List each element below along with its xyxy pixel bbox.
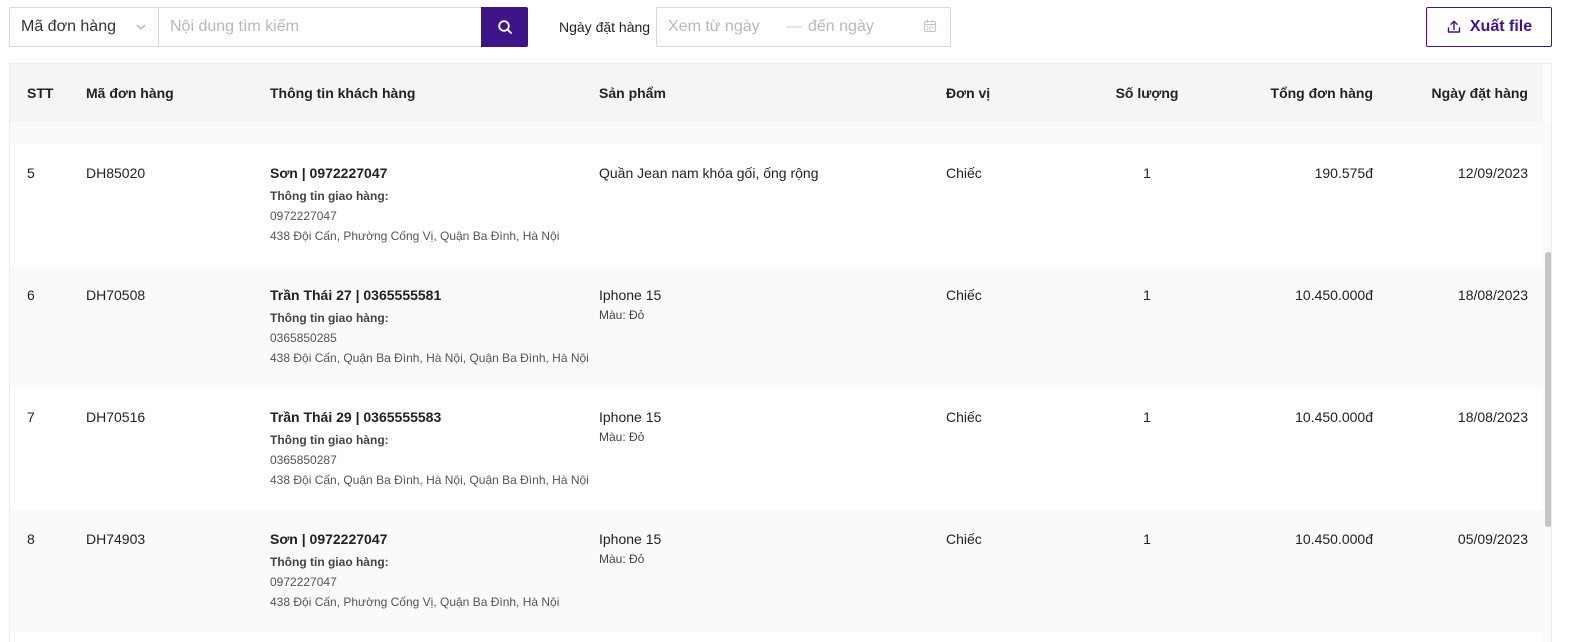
- table-row[interactable]: 6 DH70508 Trần Thái 27 | 0365555581 Thôn…: [10, 266, 1543, 388]
- column-header-order-date: Ngày đặt hàng: [1431, 85, 1528, 101]
- toolbar: Mã đơn hàng Ngày đặt hàng Xem từ ngày — …: [9, 7, 1552, 47]
- search-button[interactable]: [481, 7, 528, 47]
- delivery-info-label: Thông tin giao hàng:: [270, 433, 389, 447]
- delivery-address: 438 Đội Cấn, Quận Ba Đình, Hà Nội, Quận …: [270, 351, 589, 365]
- calendar-icon: [923, 19, 939, 35]
- table-row[interactable]: 5 DH85020 Sơn | 0972227047 Thông tin gia…: [10, 144, 1543, 266]
- date-to-input[interactable]: đến ngày: [808, 18, 923, 36]
- delivery-address: 438 Đội Cấn, Phường Cống Vị, Quận Ba Đìn…: [270, 595, 560, 609]
- search-group: Mã đơn hàng: [9, 7, 528, 47]
- cell-order-date: 12/09/2023: [1457, 165, 1528, 181]
- delivery-address: 438 Đội Cấn, Phường Cống Vị, Quận Ba Đìn…: [270, 229, 560, 243]
- table-scrollbar[interactable]: [1543, 122, 1551, 642]
- column-header-customer-info: Thông tin khách hàng: [270, 85, 416, 101]
- table-row[interactable]: 7 DH70516 Trần Thái 29 | 0365555583 Thôn…: [10, 388, 1543, 510]
- cell-stt: 5: [27, 165, 35, 181]
- cell-order-total: 190.575đ: [1314, 165, 1373, 181]
- table-scrollbar-thumb[interactable]: [1545, 252, 1551, 527]
- cell-product: Quần Jean nam khóa gối, ống rộng: [599, 165, 819, 181]
- product-variant: Màu: Đỏ: [599, 308, 645, 322]
- orders-table: STT Mã đơn hàng Thông tin khách hàng Sản…: [9, 63, 1552, 642]
- table-body: 5 DH85020 Sơn | 0972227047 Thông tin gia…: [10, 122, 1543, 632]
- table-row-partial: [10, 122, 1543, 144]
- cell-order-total: 10.450.000đ: [1295, 531, 1373, 547]
- product-variant: Màu: Đỏ: [599, 552, 645, 566]
- export-file-label: Xuất file: [1469, 18, 1533, 35]
- cell-product: Iphone 15 Màu: Đỏ: [599, 409, 661, 444]
- search-input[interactable]: [158, 7, 481, 47]
- column-header-order-code: Mã đơn hàng: [86, 85, 174, 101]
- cell-unit: Chiếc: [946, 531, 982, 547]
- cell-unit: Chiếc: [946, 409, 982, 425]
- cell-customer-info: Sơn | 0972227047 Thông tin giao hàng: 09…: [270, 531, 559, 609]
- search-field-select-value: Mã đơn hàng: [21, 18, 116, 35]
- cell-product: Iphone 15 Màu: Đỏ: [599, 531, 661, 566]
- cell-quantity: 1: [1143, 165, 1151, 181]
- cell-customer-info: Trần Thái 27 | 0365555581 Thông tin giao…: [270, 287, 589, 365]
- product-variant: Màu: Đỏ: [599, 430, 645, 444]
- cell-order-code: DH70508: [86, 287, 146, 303]
- customer-name-phone: Sơn | 0972227047: [270, 531, 388, 547]
- cell-order-code: DH70516: [86, 409, 146, 425]
- cell-customer-info: Trần Thái 29 | 0365555583 Thông tin giao…: [270, 409, 589, 487]
- order-date-label: Ngày đặt hàng: [559, 19, 651, 35]
- cell-unit: Chiếc: [946, 287, 982, 303]
- cell-order-total: 10.450.000đ: [1295, 409, 1373, 425]
- delivery-phone: 0365850285: [270, 331, 337, 345]
- cell-stt: 8: [27, 531, 35, 547]
- table-header: STT Mã đơn hàng Thông tin khách hàng Sản…: [10, 64, 1543, 122]
- cell-unit: Chiếc: [946, 165, 982, 181]
- product-name: Iphone 15: [599, 409, 662, 425]
- cell-stt: 6: [27, 287, 35, 303]
- column-header-quantity: Số lượng: [1115, 85, 1179, 101]
- customer-name-phone: Sơn | 0972227047: [270, 165, 388, 181]
- delivery-info-label: Thông tin giao hàng:: [270, 311, 389, 325]
- date-range-picker[interactable]: Xem từ ngày — đến ngày: [656, 7, 951, 47]
- delivery-info-label: Thông tin giao hàng:: [270, 189, 389, 203]
- search-icon: [497, 19, 513, 35]
- cell-customer-info: Sơn | 0972227047 Thông tin giao hàng: 09…: [270, 165, 559, 243]
- column-header-stt: STT: [27, 85, 54, 101]
- date-range-separator: —: [786, 18, 802, 35]
- delivery-info-label: Thông tin giao hàng:: [270, 555, 389, 569]
- cell-order-date: 05/09/2023: [1457, 531, 1528, 547]
- cell-quantity: 1: [1143, 287, 1151, 303]
- product-name: Iphone 15: [599, 287, 662, 303]
- column-header-order-total: Tổng đơn hàng: [1270, 85, 1373, 101]
- product-name: Iphone 15: [599, 531, 662, 547]
- cell-order-code: DH85020: [86, 165, 146, 181]
- column-header-product: Sản phẩm: [599, 85, 666, 101]
- date-from-input[interactable]: Xem từ ngày: [668, 18, 786, 36]
- column-header-unit: Đơn vị: [946, 85, 991, 101]
- cell-order-code: DH74903: [86, 531, 146, 547]
- cell-order-total: 10.450.000đ: [1295, 287, 1373, 303]
- cell-stt: 7: [27, 409, 35, 425]
- product-name: Quần Jean nam khóa gối, ống rộng: [599, 165, 819, 181]
- cell-quantity: 1: [1143, 409, 1151, 425]
- cell-order-date: 18/08/2023: [1457, 409, 1528, 425]
- customer-name-phone: Trần Thái 29 | 0365555583: [270, 409, 442, 425]
- cell-product: Iphone 15 Màu: Đỏ: [599, 287, 661, 322]
- table-row[interactable]: 8 DH74903 Sơn | 0972227047 Thông tin gia…: [10, 510, 1543, 632]
- delivery-phone: 0972227047: [270, 575, 337, 589]
- search-field-select[interactable]: Mã đơn hàng: [9, 7, 158, 47]
- customer-name-phone: Trần Thái 27 | 0365555581: [270, 287, 442, 303]
- chevron-down-icon: [134, 20, 148, 34]
- cell-quantity: 1: [1143, 531, 1151, 547]
- cell-order-date: 18/08/2023: [1457, 287, 1528, 303]
- delivery-phone: 0972227047: [270, 209, 337, 223]
- delivery-address: 438 Đội Cấn, Quận Ba Đình, Hà Nội, Quận …: [270, 473, 589, 487]
- upload-icon: [1446, 19, 1462, 35]
- export-file-button[interactable]: Xuất file: [1426, 7, 1552, 47]
- delivery-phone: 0365850287: [270, 453, 337, 467]
